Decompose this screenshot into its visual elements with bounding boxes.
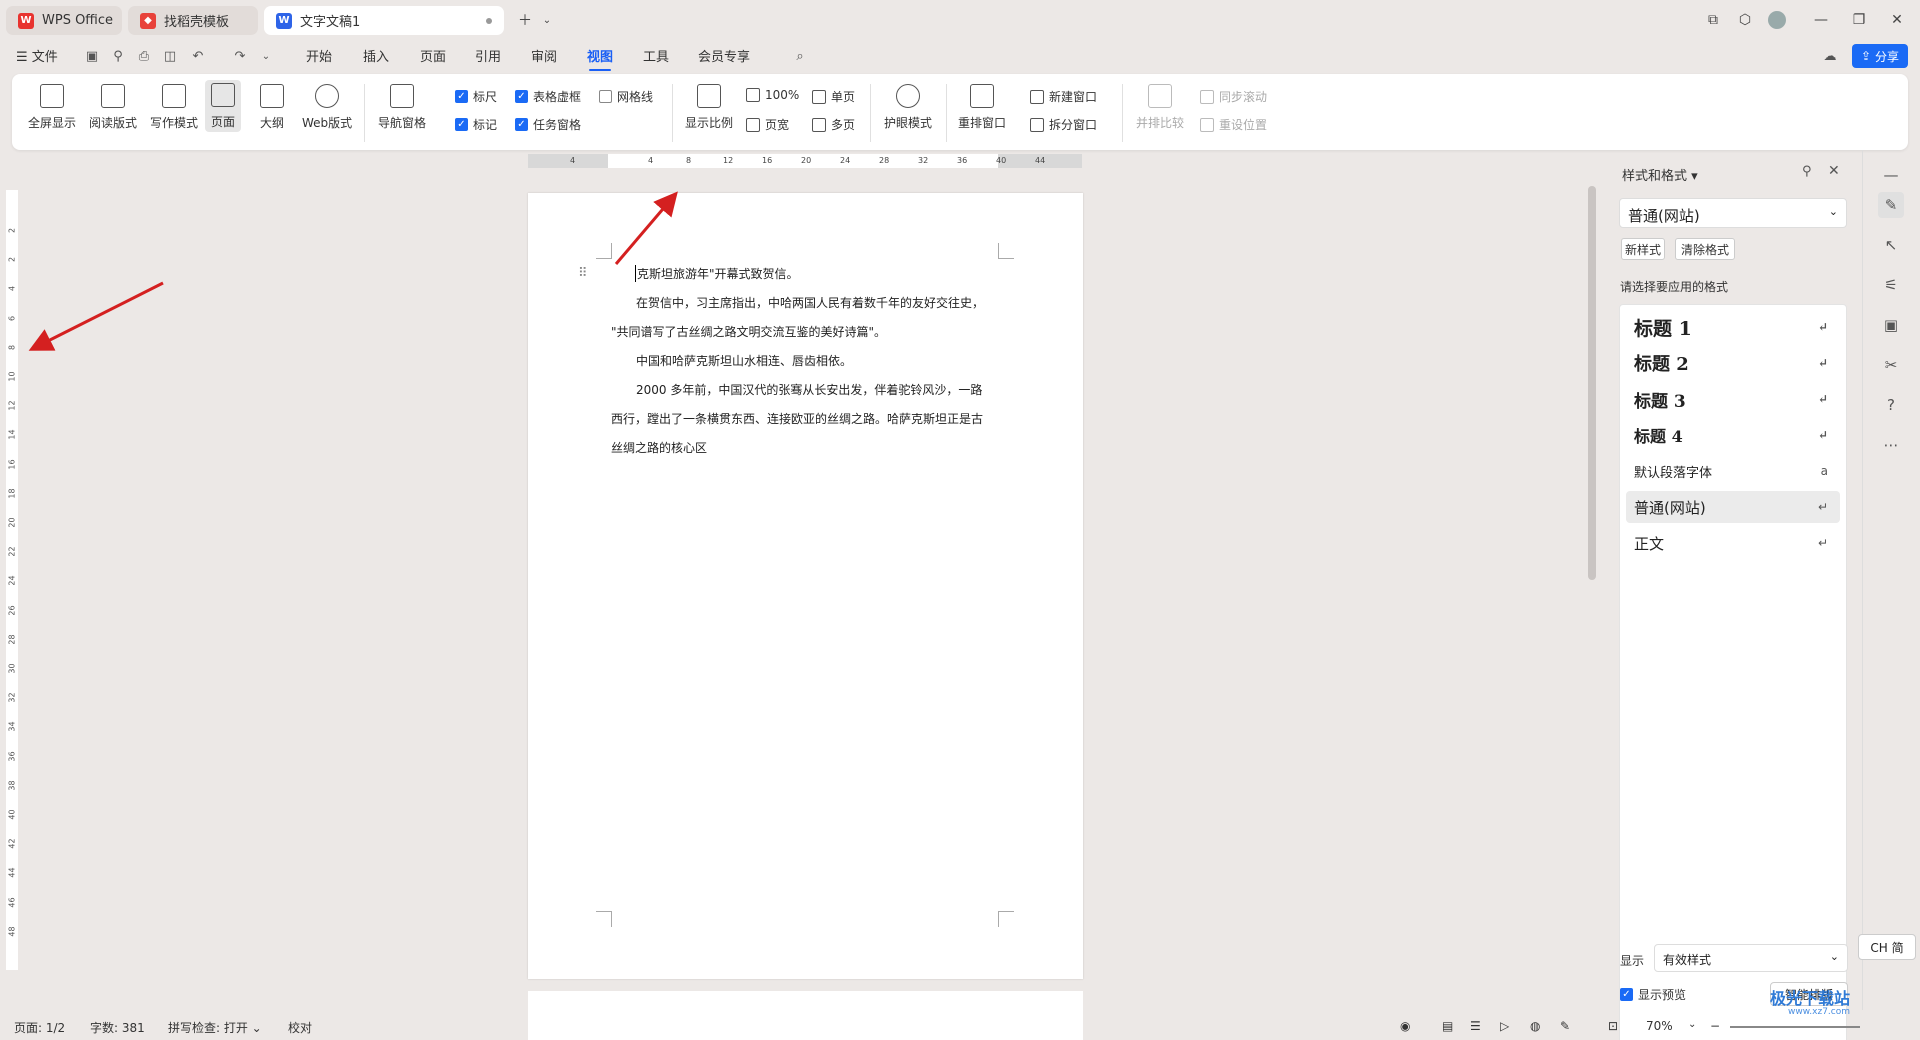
- status-bar: 页面: 1/2 字数: 381 拼写检查: 打开 ⌄ 校对 ◉ ▤ ☰ ▷ ◍ …: [0, 1014, 1920, 1040]
- paragraph-return-icon: ↵: [1817, 392, 1828, 406]
- help-icon[interactable]: ?: [1878, 392, 1904, 418]
- clear-format-button[interactable]: 清除格式: [1675, 238, 1735, 260]
- show-preview-checkbox[interactable]: ✓ 显示预览: [1620, 986, 1686, 1003]
- close-panel-icon[interactable]: ✕: [1828, 163, 1840, 179]
- style-item-body[interactable]: 正文 ↵: [1626, 527, 1840, 559]
- collapse-icon[interactable]: —: [1878, 162, 1904, 188]
- check-icon: ✓: [1620, 988, 1633, 1001]
- style-item-label: 标题 2: [1634, 354, 1689, 375]
- red-arrow: [28, 281, 164, 351]
- page-view-status-icon[interactable]: ▤: [1442, 1019, 1453, 1033]
- tools-icon[interactable]: ✂: [1878, 352, 1904, 378]
- zoom-out-icon[interactable]: −: [1710, 1019, 1720, 1033]
- zoom-chevron-icon[interactable]: ⌄: [1688, 1019, 1696, 1030]
- page-indicator[interactable]: 页面: 1/2: [14, 1019, 65, 1036]
- zoom-level[interactable]: 70%: [1646, 1019, 1673, 1033]
- new-style-button[interactable]: 新样式: [1621, 238, 1665, 260]
- fit-icon[interactable]: ⊡: [1608, 1019, 1618, 1033]
- style-list: 标题 1 ↵ 标题 2 ↵ 标题 3 ↵ 标题 4 ↵ 默认段落字体 a 普通(网站) ↵ …: [1619, 304, 1847, 1040]
- style-item-label: 标题 3: [1634, 391, 1686, 412]
- red-arrow: [614, 191, 678, 265]
- show-filter-dropdown[interactable]: 有效样式 ⌄: [1654, 944, 1848, 972]
- image-edit-icon[interactable]: ▣: [1878, 312, 1904, 338]
- character-style-icon: a: [1820, 464, 1828, 478]
- zoom-slider[interactable]: [1730, 1026, 1860, 1028]
- ime-indicator[interactable]: CH 简: [1858, 934, 1916, 960]
- style-item-heading4[interactable]: 标题 4 ↵: [1626, 419, 1840, 451]
- play-icon[interactable]: ▷: [1500, 1019, 1509, 1033]
- chevron-down-icon: ⌄: [1828, 205, 1838, 218]
- panel-title-text: 样式和格式: [1622, 169, 1688, 184]
- right-sidebar: — ✎ ↖ ⚟ ▣ ✂ ? ⋯: [1862, 150, 1920, 1010]
- style-item-label: 默认段落字体: [1634, 465, 1713, 481]
- sliders-icon[interactable]: ⚟: [1878, 272, 1904, 298]
- style-item-label: 标题 1: [1634, 317, 1692, 340]
- show-label: 显示: [1620, 954, 1645, 968]
- styles-panel: 样式和格式 ▾ ⚲ ✕ 普通(网站) ⌄ 新样式 清除格式 请选择要应用的格式 标…: [1612, 154, 1852, 1040]
- watermark-logo: 极光下载站 www.xz7.com: [1770, 985, 1850, 1017]
- paragraph-return-icon: ↵: [1817, 536, 1828, 550]
- paragraph-return-icon: ↵: [1817, 500, 1828, 514]
- panel-title[interactable]: 样式和格式 ▾: [1622, 165, 1698, 184]
- style-item-heading3[interactable]: 标题 3 ↵: [1626, 383, 1840, 415]
- style-item-heading2[interactable]: 标题 2 ↵: [1626, 347, 1840, 379]
- show-filter-value: 有效样式: [1663, 953, 1712, 967]
- word-count[interactable]: 字数: 381: [90, 1019, 145, 1036]
- style-item-label: 正文: [1634, 534, 1665, 553]
- style-item-label: 普通(网站): [1634, 498, 1706, 517]
- eye-mode-icon[interactable]: ◉: [1400, 1019, 1410, 1033]
- current-style-dropdown[interactable]: 普通(网站) ⌄: [1619, 198, 1847, 228]
- write-status-icon[interactable]: ✎: [1560, 1019, 1570, 1033]
- spell-check[interactable]: 拼写检查: 打开 ⌄: [168, 1019, 262, 1036]
- chevron-down-icon: ⌄: [1829, 950, 1839, 963]
- style-item-default-font[interactable]: 默认段落字体 a: [1626, 455, 1840, 487]
- watermark-url: www.xz7.com: [1788, 1007, 1851, 1017]
- style-item-heading1[interactable]: 标题 1 ↵: [1626, 311, 1840, 343]
- select-cursor-icon[interactable]: ↖: [1878, 232, 1904, 258]
- current-style-value: 普通(网站): [1628, 207, 1700, 225]
- web-status-icon[interactable]: ◍: [1530, 1019, 1540, 1033]
- style-pen-icon[interactable]: ✎: [1878, 192, 1904, 218]
- paragraph-return-icon: ↵: [1817, 356, 1828, 370]
- style-prompt: 请选择要应用的格式: [1620, 280, 1729, 294]
- watermark-name: 极光下载站: [1770, 989, 1851, 1008]
- more-icon[interactable]: ⋯: [1878, 432, 1904, 458]
- paragraph-return-icon: ↵: [1817, 428, 1828, 442]
- style-item-label: 标题 4: [1634, 427, 1683, 446]
- pin-icon[interactable]: ⚲: [1802, 164, 1812, 179]
- show-preview-label: 显示预览: [1638, 988, 1687, 1002]
- paragraph-return-icon: ↵: [1817, 320, 1828, 334]
- outline-status-icon[interactable]: ☰: [1470, 1019, 1481, 1033]
- style-item-normal-web[interactable]: 普通(网站) ↵: [1626, 491, 1840, 523]
- spell-check-label: 拼写检查: 打开: [168, 1021, 248, 1035]
- proofread[interactable]: 校对: [288, 1019, 312, 1036]
